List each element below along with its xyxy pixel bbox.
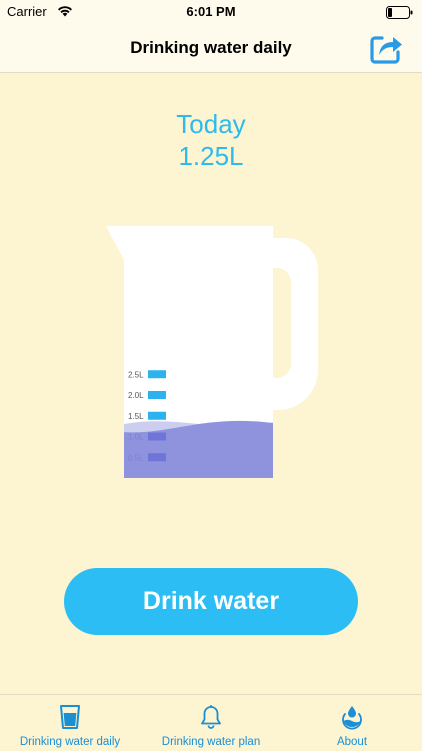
- status-time: 6:01 PM: [186, 4, 236, 19]
- scale-mark-label: 2.5L: [128, 370, 144, 379]
- tab-label: Drinking water plan: [161, 736, 261, 748]
- navigation-bar: Drinking water daily: [0, 24, 422, 73]
- glass-icon: [60, 705, 80, 729]
- tab-label: Drinking water daily: [19, 736, 121, 748]
- today-label: Today: [176, 109, 246, 139]
- drink-water-button[interactable]: Drink water: [64, 568, 358, 635]
- scale-mark-tick: [148, 432, 166, 441]
- tab-bar: Drinking water daily Drinking water plan…: [0, 694, 422, 751]
- share-button[interactable]: [368, 30, 404, 66]
- scale-mark-label: 1.0L: [128, 433, 144, 442]
- tab-drinking-water-daily[interactable]: Drinking water daily: [0, 695, 140, 751]
- bell-icon: [201, 705, 221, 729]
- scale-mark-label: 1.5L: [128, 412, 144, 421]
- scale-mark-label: 2.0L: [128, 391, 144, 400]
- battery-icon: [386, 6, 413, 19]
- scale-mark-tick: [148, 370, 166, 379]
- status-bar: Carrier 6:01 PM: [0, 0, 422, 24]
- pitcher-graphic: 2.5L 2.0L 1.5L 1.0L 0.5L: [106, 226, 318, 478]
- scale-mark-tick: [148, 411, 166, 420]
- pitcher-handle: [270, 238, 318, 410]
- tab-about[interactable]: About: [282, 695, 422, 751]
- scale-mark-label: 0.5L: [128, 453, 144, 462]
- tab-label: About: [336, 736, 368, 748]
- share-arrow-icon: [370, 36, 402, 64]
- scale-mark-tick: [148, 453, 166, 462]
- scale-mark-tick: [148, 391, 166, 399]
- water-drop-icon: [342, 706, 362, 730]
- today-amount: 1.25L: [178, 141, 244, 171]
- tab-drinking-water-plan[interactable]: Drinking water plan: [140, 695, 282, 751]
- page-title: Drinking water daily: [130, 38, 292, 57]
